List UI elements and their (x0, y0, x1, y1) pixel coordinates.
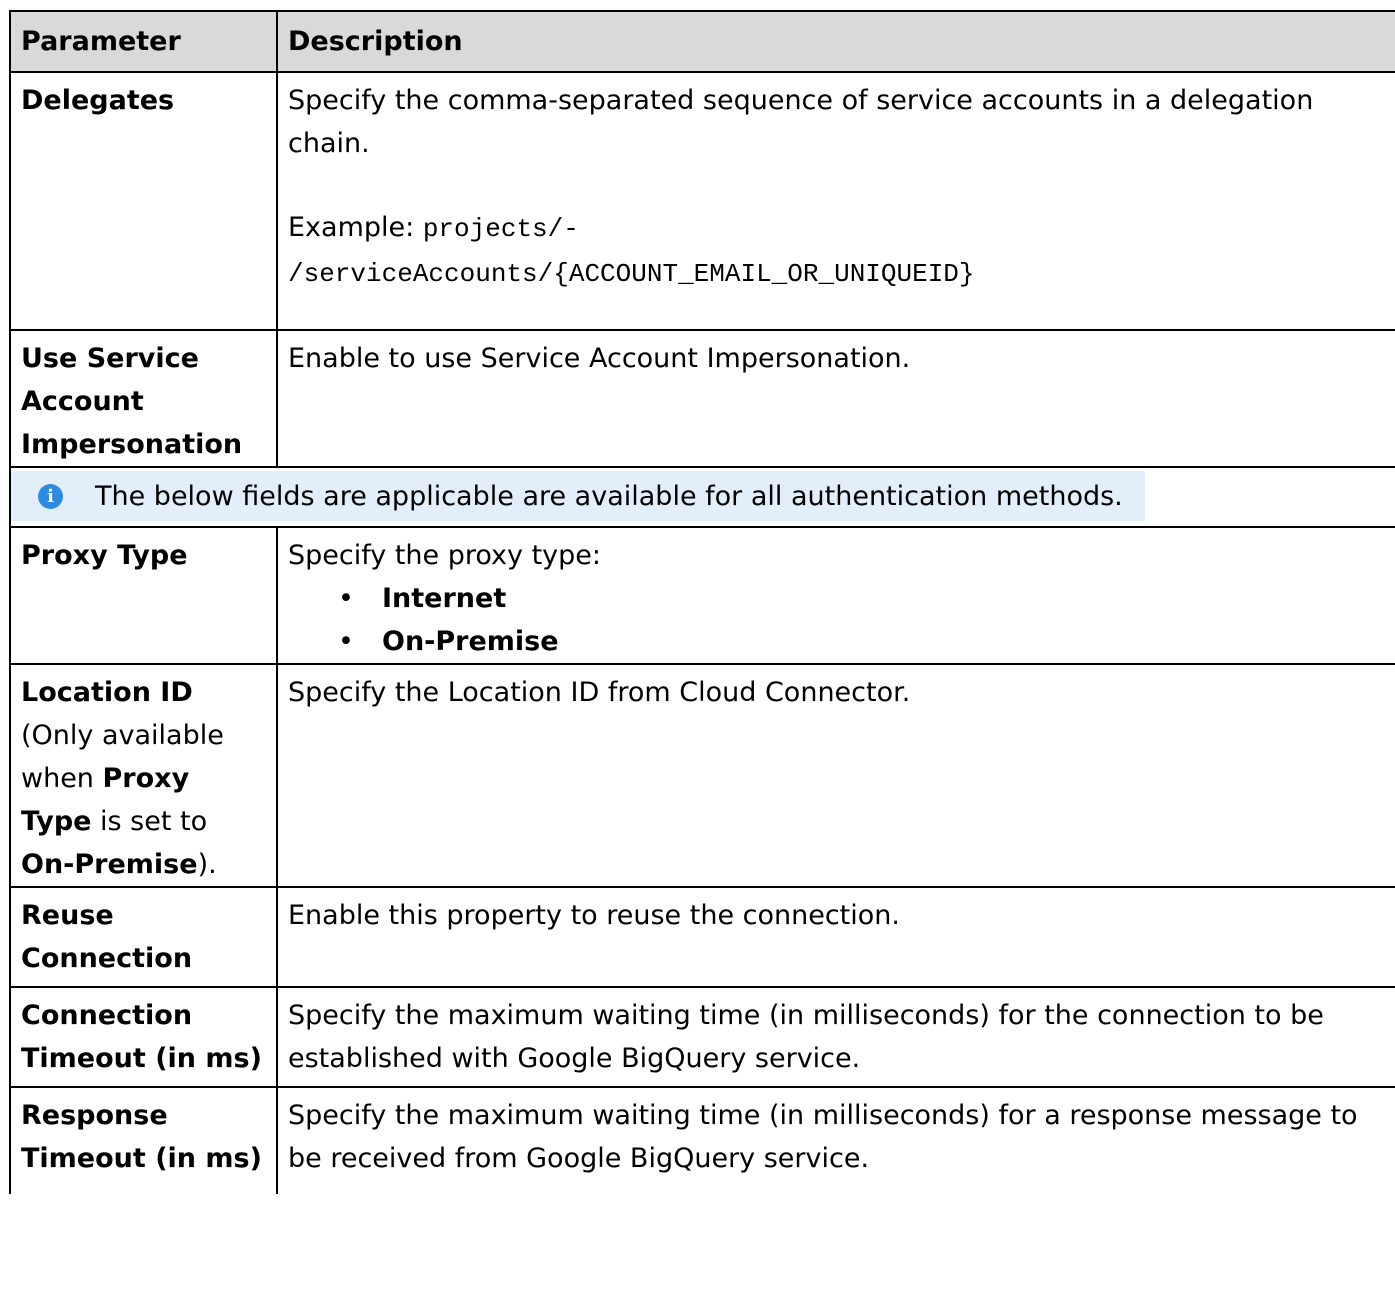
table-header-row: Parameter Description (9, 10, 1395, 73)
param-proxy-type: Proxy Type (9, 526, 278, 665)
param-reuse: Reuse Connection (9, 886, 278, 988)
table-row-impersonation: Use Service Account Impersonation Enable… (9, 329, 1395, 468)
info-icon: i (38, 483, 63, 509)
example-label: Example: (288, 212, 415, 243)
table-row-note: i The below fields are applicable are av… (9, 466, 1395, 528)
param-response-timeout: Response Timeout (in ms) (9, 1086, 278, 1194)
location-note-2: is set to (91, 806, 208, 837)
header-description: Description (276, 10, 1395, 73)
desc-delegates: Specify the comma-separated sequence of … (276, 71, 1395, 331)
example-code-2: /serviceAccounts/{ACCOUNT_EMAIL_OR_UNIQU… (288, 259, 975, 289)
note-text: The below fields are applicable are avai… (95, 480, 1123, 512)
table-row-delegates: Delegates Specify the comma-separated se… (9, 71, 1395, 331)
table-row-connection-timeout: Connection Timeout (in ms) Specify the m… (9, 986, 1395, 1088)
desc-response-timeout: Specify the maximum waiting time (in mil… (276, 1086, 1395, 1194)
proxy-type-options: Internet On-Premise (288, 577, 1385, 663)
desc-proxy-type: Specify the proxy type: Internet On-Prem… (276, 526, 1395, 665)
table-row-reuse: Reuse Connection Enable this property to… (9, 886, 1395, 988)
desc-reuse: Enable this property to reuse the connec… (276, 886, 1395, 988)
header-parameter: Parameter (9, 10, 278, 73)
param-location-id: Location ID (Only available when Proxy T… (9, 663, 278, 888)
desc-location-id: Specify the Location ID from Cloud Conne… (276, 663, 1395, 888)
location-id-name: Location ID (21, 677, 193, 708)
desc-impersonation: Enable to use Service Account Impersonat… (276, 329, 1395, 468)
option-internet: Internet (338, 577, 1385, 620)
parameter-table: Parameter Description Delegates Specify … (9, 10, 1395, 1194)
desc-delegates-text: Specify the comma-separated sequence of … (288, 85, 1314, 159)
option-on-premise: On-Premise (338, 620, 1385, 663)
desc-proxy-type-text: Specify the proxy type: (288, 540, 602, 571)
info-note: i The below fields are applicable are av… (11, 471, 1145, 521)
note-cell: i The below fields are applicable are av… (9, 466, 1395, 528)
desc-connection-timeout: Specify the maximum waiting time (in mil… (276, 986, 1395, 1088)
desc-delegates-example: Example: projects/- /serviceAccounts/{AC… (288, 206, 1385, 296)
table-row-response-timeout: Response Timeout (in ms) Specify the max… (9, 1086, 1395, 1194)
table-row-proxy-type: Proxy Type Specify the proxy type: Inter… (9, 526, 1395, 665)
param-connection-timeout: Connection Timeout (in ms) (9, 986, 278, 1088)
location-note-3: ). (197, 849, 217, 880)
param-impersonation: Use Service Account Impersonation (9, 329, 278, 468)
location-note-bold-2: On-Premise (21, 849, 198, 880)
table-row-location-id: Location ID (Only available when Proxy T… (9, 663, 1395, 888)
param-delegates: Delegates (9, 71, 278, 331)
example-code-1: projects/- (422, 214, 579, 244)
